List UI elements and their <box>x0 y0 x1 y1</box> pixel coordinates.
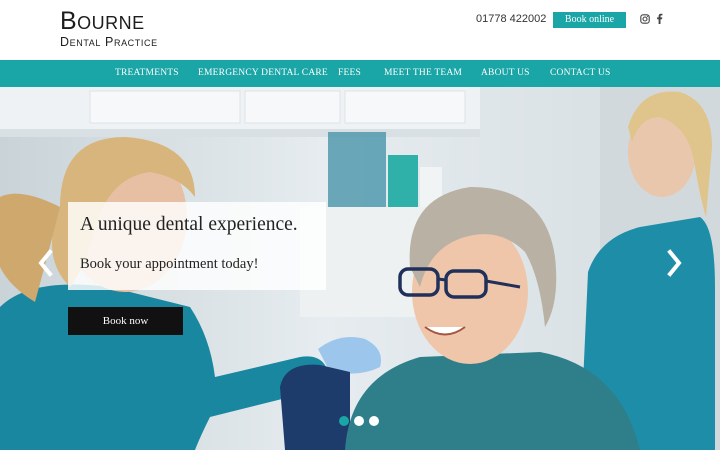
nav-item-about-us[interactable]: ABOUT US <box>481 60 530 87</box>
instagram-icon[interactable] <box>640 13 650 24</box>
hero-title: A unique dental experience. <box>80 214 298 235</box>
hero-slider: A unique dental experience. Book your ap… <box>0 87 720 450</box>
logo-sub-text: Dental Practice <box>60 35 158 49</box>
book-now-button[interactable]: Book now <box>68 307 183 335</box>
chevron-left-icon[interactable] <box>36 248 56 278</box>
site-header: Bourne Dental Practice 01778 422002 Book… <box>0 0 720 60</box>
nav-item-fees[interactable]: FEES <box>338 60 361 87</box>
book-online-button[interactable]: Book online <box>553 12 626 28</box>
nav-item-treatments[interactable]: TREATMENTS <box>115 60 179 87</box>
slider-dot-3[interactable] <box>369 416 379 426</box>
nav-item-emergency-dental-care[interactable]: EMERGENCY DENTAL CARE <box>198 60 328 87</box>
slider-pagination <box>339 416 379 426</box>
site-logo[interactable]: Bourne Dental Practice <box>60 8 158 49</box>
nav-item-meet-the-team[interactable]: MEET THE TEAM <box>384 60 462 87</box>
slider-dot-2[interactable] <box>354 416 364 426</box>
nav-item-contact-us[interactable]: CONTACT US <box>550 60 610 87</box>
facebook-icon[interactable] <box>656 13 663 24</box>
hero-caption: A unique dental experience. Book your ap… <box>68 202 326 290</box>
main-navigation: TREATMENTS EMERGENCY DENTAL CARE FEES ME… <box>0 60 720 87</box>
hero-subtitle: Book your appointment today! <box>80 256 259 272</box>
logo-main-text: Bourne <box>60 7 145 35</box>
slider-dot-1[interactable] <box>339 416 349 426</box>
chevron-right-icon[interactable] <box>664 248 684 278</box>
social-links <box>640 13 663 24</box>
phone-number[interactable]: 01778 422002 <box>476 13 546 25</box>
